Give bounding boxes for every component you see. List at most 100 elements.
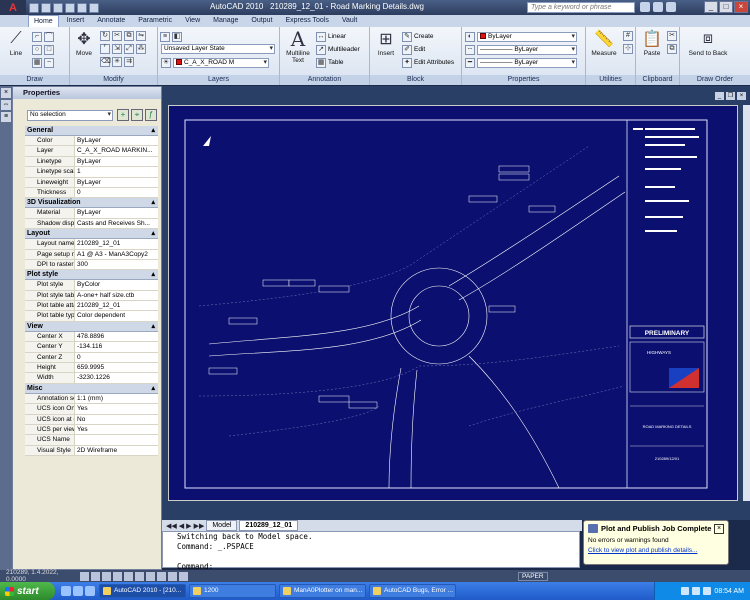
property-value[interactable]: 478.8896 <box>75 332 158 341</box>
taskbar-item-autocad[interactable]: AutoCAD 2010 - [210... <box>99 584 186 598</box>
property-row[interactable]: Linetype ByLayer <box>25 156 158 168</box>
command-line[interactable]: Switching back to Model space. Command: … <box>162 531 580 571</box>
star-icon[interactable] <box>653 2 663 12</box>
tab-output[interactable]: Output <box>246 15 277 27</box>
undo-icon[interactable] <box>65 2 75 13</box>
property-row[interactable]: Width -3230.1226 <box>25 373 158 384</box>
binoculars-icon[interactable] <box>640 2 650 12</box>
property-value[interactable]: ByLayer <box>75 157 158 166</box>
selection-dropdown[interactable]: No selection <box>27 110 113 121</box>
quick-select-icon[interactable]: ƒ <box>145 109 157 121</box>
section-view[interactable]: View <box>25 321 158 332</box>
paper-model-toggle[interactable]: PAPER <box>518 571 548 581</box>
property-value[interactable]: 659.9995 <box>75 363 158 372</box>
first-tab-icon[interactable]: ◀◀ <box>166 522 177 530</box>
line-button[interactable]: ⟋ Line <box>2 29 30 57</box>
help-icon[interactable] <box>666 2 676 12</box>
application-menu-button[interactable]: A <box>0 0 26 15</box>
property-row[interactable]: Layer C_A_X_ROAD MARKIN... <box>25 146 158 157</box>
offset-icon[interactable]: ⇉ <box>124 56 134 67</box>
property-row[interactable]: Height 659.9995 <box>25 363 158 374</box>
layer-state-dropdown[interactable]: Unsaved Layer State <box>161 44 275 54</box>
taskbar-item-plotter[interactable]: ManA0Plotter on man... <box>279 584 366 598</box>
property-row[interactable]: UCS Name <box>25 435 158 446</box>
last-tab-icon[interactable]: ▶▶ <box>194 522 205 530</box>
rectangle-icon[interactable]: □ <box>44 44 54 55</box>
grid-icon[interactable] <box>91 571 100 581</box>
drawing-restore-button[interactable]: ❐ <box>726 92 735 100</box>
tab-manage[interactable]: Manage <box>208 15 243 27</box>
ducs-icon[interactable] <box>146 571 155 581</box>
tray-volume-icon[interactable] <box>692 587 701 595</box>
tray-network-icon[interactable] <box>681 587 690 595</box>
section-misc[interactable]: Misc <box>25 383 158 394</box>
property-value[interactable]: 1 <box>75 167 158 176</box>
ortho-icon[interactable] <box>102 571 111 581</box>
multileader-button[interactable]: Multileader <box>328 46 360 53</box>
taskbar-item-bugs[interactable]: AutoCAD Bugs, Error ... <box>369 584 456 598</box>
table-button[interactable]: Table <box>328 59 344 66</box>
property-value[interactable]: ByLayer <box>75 136 158 145</box>
create-block-button[interactable]: Create <box>414 33 434 40</box>
layer-properties-icon[interactable]: ≡ <box>160 31 170 42</box>
drawing-close-button[interactable]: × <box>737 92 746 100</box>
property-row[interactable]: Plot style ByColor <box>25 280 158 291</box>
cut-icon[interactable]: ✂ <box>667 31 677 41</box>
property-value[interactable] <box>75 435 158 444</box>
quicklaunch-ie-icon[interactable] <box>61 586 71 596</box>
section-plot-style[interactable]: Plot style <box>25 270 158 281</box>
quicklaunch-desktop-icon[interactable] <box>73 586 83 596</box>
open-icon[interactable] <box>41 2 51 13</box>
drawing-area[interactable]: _ ❐ × PRELIMINARY HIGHWAYS ROAD MARKING … <box>162 86 750 520</box>
tab-model[interactable]: Model <box>206 520 238 531</box>
send-to-back-button[interactable]: ⧈ Send to Back <box>686 29 730 57</box>
copy-clip-icon[interactable]: ⧉ <box>667 44 677 54</box>
palette-properties-icon[interactable]: ≡ <box>1 112 11 122</box>
move-button[interactable]: ✥ Move <box>70 29 98 57</box>
multiline-text-button[interactable]: A Multiline Text <box>283 27 313 64</box>
edit-block-button[interactable]: Edit <box>414 46 425 53</box>
property-row[interactable]: Visual Style 2D Wireframe <box>25 445 158 457</box>
linear-button[interactable]: Linear <box>328 33 346 40</box>
property-row[interactable]: UCS per view...Yes <box>25 424 158 436</box>
layer-state-icon[interactable]: ◧ <box>172 31 182 42</box>
dyn-icon[interactable] <box>157 571 166 581</box>
autohide-icon[interactable]: ⇔ <box>1 100 11 110</box>
mirror-icon[interactable]: ⇋ <box>136 30 146 41</box>
array-icon[interactable]: ⁂ <box>136 43 146 54</box>
drawing-minimize-button[interactable]: _ <box>715 92 724 100</box>
minimize-button[interactable]: _ <box>704 1 718 13</box>
property-value[interactable]: ByLayer <box>75 208 158 217</box>
match-properties-icon[interactable]: ◐ <box>465 31 475 42</box>
property-row[interactable]: DPI to raster 300 <box>25 259 158 271</box>
search-input[interactable]: Type a keyword or phrase <box>527 2 635 13</box>
qp-icon[interactable] <box>179 571 188 581</box>
property-value[interactable]: 2D Wireframe <box>75 446 158 455</box>
id-point-icon[interactable]: ⊹ <box>623 44 633 54</box>
color-dropdown[interactable]: ByLayer <box>477 31 577 42</box>
edit-attributes-button[interactable]: Edit Attributes <box>414 59 454 66</box>
property-row[interactable]: Page setup na...A1 @ A3 - ManA3Copy2 <box>25 249 158 260</box>
property-value[interactable]: Yes <box>75 425 158 434</box>
property-value[interactable]: -3230.1226 <box>75 373 158 382</box>
property-value[interactable]: Yes <box>75 404 158 413</box>
lineweight-dropdown[interactable]: ――――― ByLayer <box>477 57 577 68</box>
section-layout[interactable]: Layout <box>25 229 158 240</box>
section-general[interactable]: General <box>25 126 158 136</box>
property-value[interactable]: 0 <box>75 353 158 362</box>
tab-layout[interactable]: 210289_12_01 <box>239 520 299 531</box>
bulb-icon[interactable]: ☀ <box>161 57 171 68</box>
snap-icon[interactable] <box>80 571 89 581</box>
property-row[interactable]: UCS icon On Yes <box>25 404 158 415</box>
save-icon[interactable] <box>53 2 63 13</box>
erase-icon[interactable]: ⌫ <box>100 56 111 67</box>
property-row[interactable]: Shadow displayCasts and Receives Sh... <box>25 218 158 230</box>
property-value[interactable]: 1:1 (mm) <box>75 394 158 403</box>
rotate-icon[interactable]: ↻ <box>100 30 110 41</box>
property-row[interactable]: Plot table type Color dependent <box>25 311 158 322</box>
property-row[interactable]: Lineweight ByLayer <box>25 177 158 188</box>
arc-icon[interactable]: ⌒ <box>44 31 54 42</box>
start-button[interactable]: start <box>0 582 55 600</box>
hatch-icon[interactable]: ▦ <box>32 57 42 68</box>
lwt-icon[interactable] <box>168 571 177 581</box>
